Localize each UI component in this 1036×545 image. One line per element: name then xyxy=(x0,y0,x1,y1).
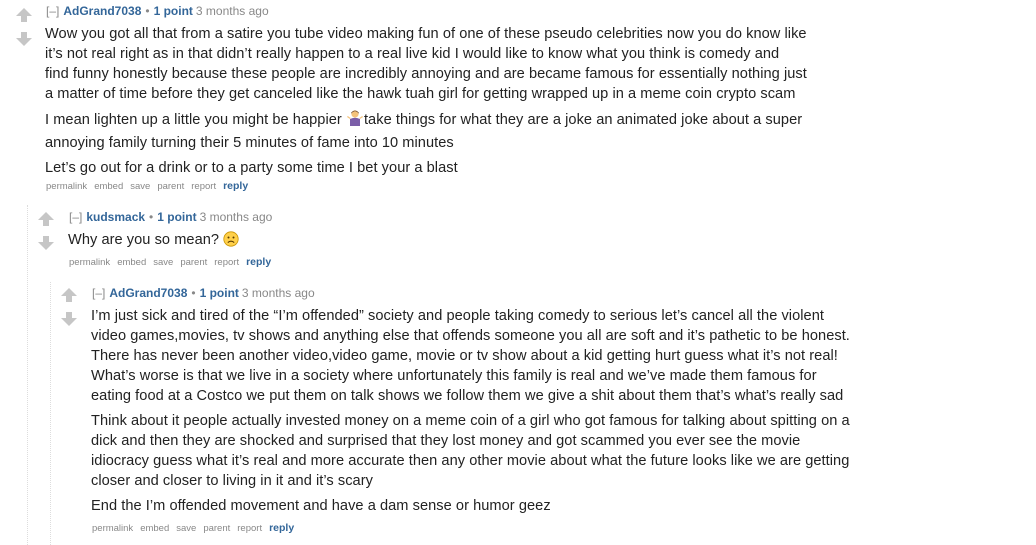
permalink-link[interactable]: permalink xyxy=(69,257,110,268)
comment-paragraph: I mean lighten up a little you might be … xyxy=(45,109,807,153)
embed-link[interactable]: embed xyxy=(94,181,123,192)
comment-paragraph: Think about it people actually invested … xyxy=(91,413,850,489)
downvote-arrow-icon[interactable] xyxy=(16,32,32,46)
comment-buttons: permalink embed save parent report reply xyxy=(69,256,278,269)
score: 1 point xyxy=(157,210,197,224)
embed-link[interactable]: embed xyxy=(117,257,146,268)
permalink-link[interactable]: permalink xyxy=(92,523,133,534)
report-link[interactable]: report xyxy=(191,181,216,192)
sad-face-icon xyxy=(223,231,239,253)
reply-link[interactable]: reply xyxy=(223,180,248,192)
report-link[interactable]: report xyxy=(214,257,239,268)
comment-tagline: [–] kudsmack • 1 point 3 months ago xyxy=(69,210,272,224)
parent-link[interactable]: parent xyxy=(203,523,230,534)
permalink-link[interactable]: permalink xyxy=(46,181,87,192)
comment-paragraph: End the I’m offended movement and have a… xyxy=(91,498,551,514)
comment-buttons: permalink embed save parent report reply xyxy=(92,522,301,535)
comment-body: Why are you so mean? xyxy=(68,230,239,258)
parent-link[interactable]: parent xyxy=(180,257,207,268)
comment-paragraph: Why are you so mean? xyxy=(68,230,239,253)
parent-link[interactable]: parent xyxy=(157,181,184,192)
comment-body: Wow you got all that from a satire you t… xyxy=(45,24,807,183)
save-link[interactable]: save xyxy=(176,523,196,534)
score: 1 point xyxy=(153,4,193,18)
separator-dot: • xyxy=(191,286,196,300)
comment-2: [–] kudsmack • 1 point 3 months ago Why are … xyxy=(0,200,1036,275)
reply-link[interactable]: reply xyxy=(246,256,271,268)
comment-buttons: permalink embed save parent report reply xyxy=(46,180,255,193)
collapse-toggle[interactable]: [–] xyxy=(46,4,59,18)
separator-dot: • xyxy=(149,210,154,224)
upvote-arrow-icon[interactable] xyxy=(61,288,77,302)
author-link[interactable]: AdGrand7038 xyxy=(63,4,141,18)
downvote-arrow-icon[interactable] xyxy=(38,236,54,250)
person-shrugging-icon xyxy=(346,109,364,133)
timestamp: 3 months ago xyxy=(199,210,273,224)
embed-link[interactable]: embed xyxy=(140,523,169,534)
upvote-arrow-icon[interactable] xyxy=(16,8,32,22)
comment-paragraph: Wow you got all that from a satire you t… xyxy=(45,26,807,102)
reply-link[interactable]: reply xyxy=(269,522,294,534)
save-link[interactable]: save xyxy=(153,257,173,268)
timestamp: 3 months ago xyxy=(195,4,269,18)
upvote-arrow-icon[interactable] xyxy=(38,212,54,226)
separator-dot: • xyxy=(145,4,150,18)
downvote-arrow-icon[interactable] xyxy=(61,312,77,326)
collapse-toggle[interactable]: [–] xyxy=(69,210,82,224)
comment-tagline: [–] AdGrand7038 • 1 point 3 months ago xyxy=(92,286,315,300)
collapse-toggle[interactable]: [–] xyxy=(92,286,105,300)
author-link[interactable]: AdGrand7038 xyxy=(109,286,187,300)
comment-paragraph: I’m just sick and tired of the “I’m offe… xyxy=(91,308,850,404)
comment-body: I’m just sick and tired of the “I’m offe… xyxy=(91,306,850,521)
author-link[interactable]: kudsmack xyxy=(86,210,145,224)
comment-3: [–] AdGrand7038 • 1 point 3 months ago I’m j… xyxy=(0,276,1036,545)
report-link[interactable]: report xyxy=(237,523,262,534)
save-link[interactable]: save xyxy=(130,181,150,192)
comment-paragraph: Let’s go out for a drink or to a party s… xyxy=(45,160,458,176)
score: 1 point xyxy=(199,286,239,300)
comment-1: [–] AdGrand7038 • 1 point 3 months ago Wow y… xyxy=(0,0,1036,200)
timestamp: 3 months ago xyxy=(241,286,315,300)
comment-tagline: [–] AdGrand7038 • 1 point 3 months ago xyxy=(46,4,269,18)
